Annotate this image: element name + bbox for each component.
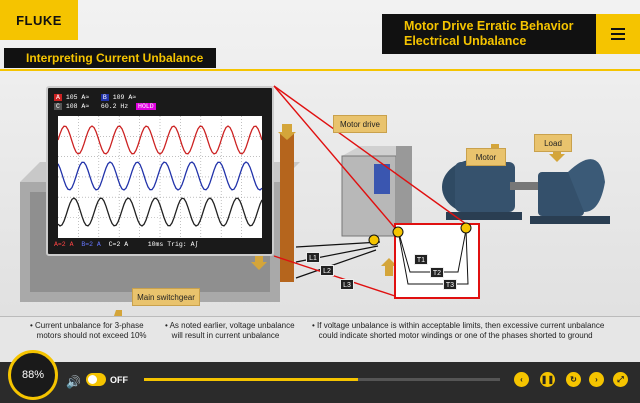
motor-drive-label: Motor drive (333, 115, 387, 133)
bullet-shorted-windings: • If voltage unbalance is within accepta… (312, 321, 605, 340)
section-title: Interpreting Current Unbalance (4, 48, 216, 68)
header-divider (0, 69, 640, 71)
module-title-line2: Electrical Unbalance (404, 34, 527, 48)
terminal-t2-label: T2 (430, 267, 444, 278)
channel-c-reading: 108 A≈ (65, 103, 90, 110)
frequency-reading: 60.2 Hz (100, 103, 129, 110)
channel-a-scale: A=2 A (54, 241, 74, 248)
channel-c-badge: C (54, 103, 62, 110)
channel-b-reading: 109 A≈ (112, 94, 137, 101)
speaker-icon[interactable]: 🔊 (66, 375, 81, 389)
module-title: Motor Drive Erratic Behavior Electrical … (404, 19, 574, 49)
motor-label: Motor (466, 148, 506, 166)
seek-bar-fill (144, 378, 358, 381)
seek-bar[interactable] (144, 378, 500, 381)
timebase-trigger: 10ms Trig: A∫ (147, 241, 199, 248)
key-points-panel: • Current unbalance for 3-phase motors s… (0, 316, 640, 362)
terminal-t3-label: T3 (443, 279, 457, 290)
channel-c-scale: C=2 A (108, 241, 129, 248)
channel-b-badge: B (100, 94, 109, 101)
terminal-t1-label: T1 (414, 254, 428, 265)
fluke-logo: FLUKE (0, 0, 78, 40)
module-title-line1: Motor Drive Erratic Behavior (404, 19, 574, 33)
replay-button[interactable]: ↻ (566, 372, 581, 387)
menu-button[interactable] (596, 14, 640, 54)
bullet-current-unbalance: • Current unbalance for 3-phase motors s… (30, 321, 147, 340)
channel-a-reading: 105 A≈ (65, 94, 90, 101)
oscilloscope-display: A 105 A≈ B 109 A≈ C 108 A≈ 60.2 Hz HOLD … (46, 86, 274, 256)
load-label: Load (534, 134, 572, 152)
course-progress-indicator: 88% (8, 350, 58, 400)
line-l3-label: L3 (340, 279, 354, 290)
line-l1-label: L1 (306, 252, 320, 263)
motor-graphic (442, 159, 538, 220)
scope-waveform-plot (58, 116, 262, 238)
previous-button[interactable]: ‹ (514, 372, 529, 387)
scope-header: A 105 A≈ B 109 A≈ C 108 A≈ 60.2 Hz HOLD (54, 93, 266, 113)
fullscreen-button[interactable]: ⤢ (613, 372, 628, 387)
channel-a-badge: A (54, 94, 62, 101)
player-controls: 🔊 OFF ‹ ❚❚ ↻ › ⤢ (0, 362, 640, 403)
audio-toggle[interactable] (86, 373, 106, 386)
bullet-voltage-unbalance: • As noted earlier, voltage unbalance wi… (165, 321, 295, 340)
line-l2-label: L2 (320, 265, 334, 276)
channel-b-scale: B=2 A (81, 241, 101, 248)
scope-footer: A=2 A B=2 A C=2 A 10ms Trig: A∫ (54, 241, 266, 251)
hold-badge: HOLD (136, 103, 156, 110)
audio-toggle-label: OFF (110, 375, 128, 385)
course-player: FLUKE Motor Drive Erratic Behavior Elect… (0, 0, 640, 403)
scope-grid (58, 116, 262, 238)
hamburger-icon (611, 28, 625, 30)
next-button[interactable]: › (589, 372, 604, 387)
pause-button[interactable]: ❚❚ (540, 372, 555, 387)
load-graphic (530, 159, 610, 224)
main-switchgear-label: Main switchgear (132, 288, 200, 306)
